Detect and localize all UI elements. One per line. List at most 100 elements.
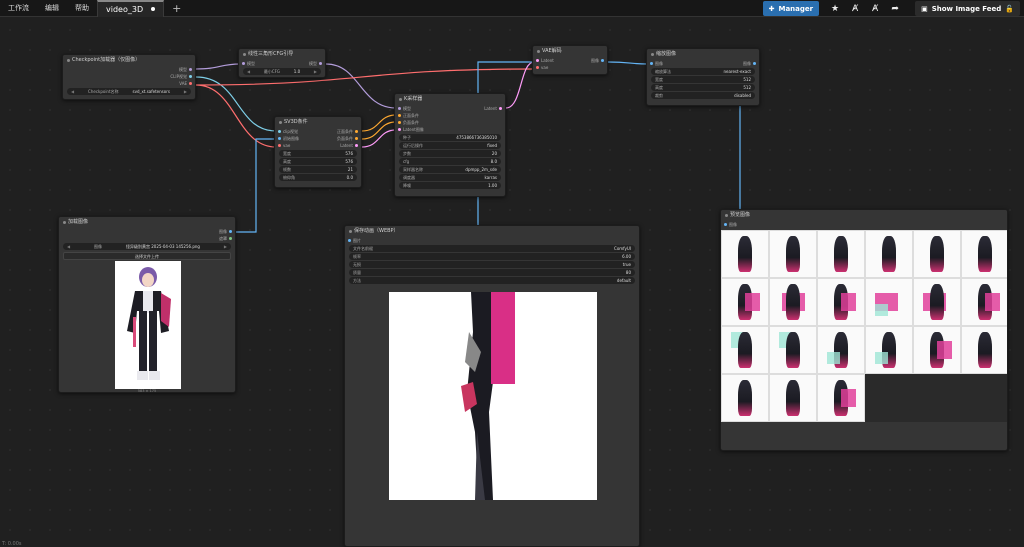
- frame-thumb[interactable]: [961, 326, 1007, 374]
- manager-button[interactable]: ✚ Manager: [762, 1, 820, 16]
- lossless-toggle[interactable]: 无损 true: [349, 261, 635, 268]
- output-model[interactable]: 模型: [309, 60, 322, 67]
- output-image[interactable]: 图像: [591, 57, 604, 64]
- sampler-name-widget[interactable]: 采样器名称 dpmpp_2m_sde: [399, 166, 501, 173]
- output-latent[interactable]: Latent: [340, 142, 358, 149]
- frame-thumb[interactable]: [865, 326, 913, 374]
- input-vae[interactable]: vae: [278, 142, 290, 149]
- node-load-image[interactable]: 加载图像 图像 遮罩 ◀ 图像 怪异级别黄宫 2025-04-03 145256…: [58, 216, 236, 393]
- height-widget[interactable]: 高度 512: [651, 84, 755, 91]
- add-tab-icon[interactable]: +: [164, 2, 189, 15]
- fps-widget[interactable]: 帧率 6.00: [349, 253, 635, 260]
- widget-label: 俯仰角: [283, 175, 295, 180]
- scheduler-widget[interactable]: 调度器 karras: [399, 174, 501, 181]
- frame-thumb[interactable]: [913, 278, 961, 326]
- elevation-widget[interactable]: 俯仰角 0.0: [279, 174, 357, 181]
- output-image[interactable]: 图像: [219, 228, 232, 235]
- frame-thumb[interactable]: [769, 230, 817, 278]
- filename-prefix-widget[interactable]: 文件名前缀 ComfyUI: [349, 245, 635, 252]
- show-image-feed-button[interactable]: ▣ Show Image Feed 🔓: [915, 1, 1020, 16]
- node-title: 保存动画（WEBP）: [345, 226, 639, 237]
- translate-icon[interactable]: Ⱥ: [845, 4, 865, 14]
- frame-thumb[interactable]: [817, 278, 865, 326]
- output-positive[interactable]: 正面条件: [337, 128, 358, 135]
- frame-thumb[interactable]: [769, 326, 817, 374]
- widget-value: nearest-exact: [723, 69, 751, 74]
- output-negative[interactable]: 负面条件: [337, 135, 358, 142]
- frame-thumb[interactable]: [961, 230, 1007, 278]
- image-file-widget[interactable]: ◀ 图像 怪异级别黄宫 2025-04-03 145256.png ▶: [63, 243, 231, 250]
- node-vae-decode[interactable]: VAE解码 Latent 图像 vae: [532, 45, 608, 75]
- output-image[interactable]: 图像: [743, 60, 756, 67]
- crop-widget[interactable]: 裁剪 disabled: [651, 92, 755, 99]
- quality-widget[interactable]: 质量 80: [349, 269, 635, 276]
- input-latent-image[interactable]: Latent图像: [398, 126, 424, 133]
- input-positive[interactable]: 正面条件: [398, 112, 419, 119]
- node-save-animated-webp[interactable]: 保存动画（WEBP） 图片 文件名前缀 ComfyUI 帧率 6.00 无损 t…: [344, 225, 640, 547]
- menu-help[interactable]: 帮助: [67, 0, 97, 17]
- tab-video-3d[interactable]: video_3D: [97, 0, 165, 17]
- output-vae[interactable]: VAE: [179, 80, 192, 87]
- input-clip-vision[interactable]: clip视觉: [278, 128, 298, 135]
- frame-thumb[interactable]: [721, 326, 769, 374]
- frame-thumb[interactable]: [865, 278, 913, 326]
- input-image[interactable]: 图像: [650, 60, 663, 67]
- frame-thumb[interactable]: [913, 230, 961, 278]
- image-size-caption: 583 × 175: [137, 389, 157, 393]
- frame-thumb[interactable]: [721, 374, 769, 422]
- input-model[interactable]: 模型: [398, 105, 411, 112]
- input-images[interactable]: 图像: [724, 221, 737, 228]
- node-image-scale[interactable]: 缩放图像 图像 图像 缩放算法 nearest-exact 宽度 512 高度 …: [646, 48, 760, 106]
- width-widget[interactable]: 宽度 576: [279, 150, 357, 157]
- output-model[interactable]: 模型: [179, 66, 192, 73]
- node-linear-cfg[interactable]: 线性三角形CFG引导 模型 模型 ◀ 最小CFG 1.0 ▶: [238, 48, 326, 78]
- output-latent[interactable]: Latent: [484, 105, 502, 112]
- node-sv3d-conditioning[interactable]: SV3D条件 clip视觉 正面条件 初始图像 负面条件 vae Latent …: [274, 116, 362, 188]
- frames-widget[interactable]: 帧数 21: [279, 166, 357, 173]
- widget-label: 无损: [353, 262, 361, 267]
- frame-thumb[interactable]: [817, 374, 865, 422]
- frame-thumb[interactable]: [721, 278, 769, 326]
- control-after-generate-widget[interactable]: 运行后操作 fixed: [399, 142, 501, 149]
- widget-label: 图像: [94, 244, 103, 249]
- node-ksampler[interactable]: K采样器 模型 Latent 正面条件 负面条件 Latent图像 种子 475…: [394, 93, 506, 197]
- input-init-image[interactable]: 初始图像: [278, 135, 299, 142]
- upload-button[interactable]: 选择文件上传: [63, 252, 231, 260]
- denoise-widget[interactable]: 降噪 1.00: [399, 182, 501, 189]
- output-mask[interactable]: 遮罩: [219, 235, 232, 242]
- node-preview-image[interactable]: 预览图像 图像: [720, 209, 1008, 451]
- cfg-widget[interactable]: cfg 8.0: [399, 158, 501, 165]
- frame-thumb[interactable]: [817, 230, 865, 278]
- frame-thumb[interactable]: [913, 326, 961, 374]
- translate-alt-icon[interactable]: Ⱥ: [865, 4, 885, 14]
- steps-widget[interactable]: 步数 20: [399, 150, 501, 157]
- star-icon[interactable]: ★: [825, 4, 845, 14]
- widget-label: 裁剪: [655, 93, 663, 98]
- top-bar: 工作流 编辑 帮助 video_3D + ✚ Manager ★ Ⱥ Ⱥ ➦ ▣…: [0, 0, 1024, 17]
- method-widget[interactable]: 方法 default: [349, 277, 635, 284]
- frame-thumb[interactable]: [865, 230, 913, 278]
- input-latent[interactable]: Latent: [536, 57, 554, 64]
- input-negative[interactable]: 负面条件: [398, 119, 419, 126]
- frame-thumb[interactable]: [769, 278, 817, 326]
- node-checkpoint-loader[interactable]: Checkpoint加载器（仅图像） 模型 CLIP视觉 VAE ◀ Check…: [62, 54, 196, 100]
- output-clip-vision[interactable]: CLIP视觉: [170, 73, 192, 80]
- arrow-right-icon: ▶: [313, 69, 317, 74]
- share-icon[interactable]: ➦: [885, 4, 905, 14]
- height-widget[interactable]: 高度 576: [279, 158, 357, 165]
- ckpt-name-widget[interactable]: ◀ Checkpoint名称 svd_xt.safetensors ▶: [67, 88, 191, 95]
- width-widget[interactable]: 宽度 512: [651, 76, 755, 83]
- menu-workflow[interactable]: 工作流: [0, 0, 37, 17]
- input-model[interactable]: 模型: [242, 60, 255, 67]
- seed-widget[interactable]: 种子 475386673638501​0: [399, 134, 501, 141]
- input-images[interactable]: 图片: [348, 237, 361, 244]
- menu-edit[interactable]: 编辑: [37, 0, 67, 17]
- node-title: 线性三角形CFG引导: [239, 49, 325, 60]
- input-vae[interactable]: vae: [536, 64, 548, 71]
- frame-thumb[interactable]: [721, 230, 769, 278]
- min-cfg-widget[interactable]: ◀ 最小CFG 1.0 ▶: [243, 68, 321, 75]
- frame-thumb[interactable]: [961, 278, 1007, 326]
- frame-thumb[interactable]: [769, 374, 817, 422]
- upscale-method-widget[interactable]: 缩放算法 nearest-exact: [651, 68, 755, 75]
- frame-thumb[interactable]: [817, 326, 865, 374]
